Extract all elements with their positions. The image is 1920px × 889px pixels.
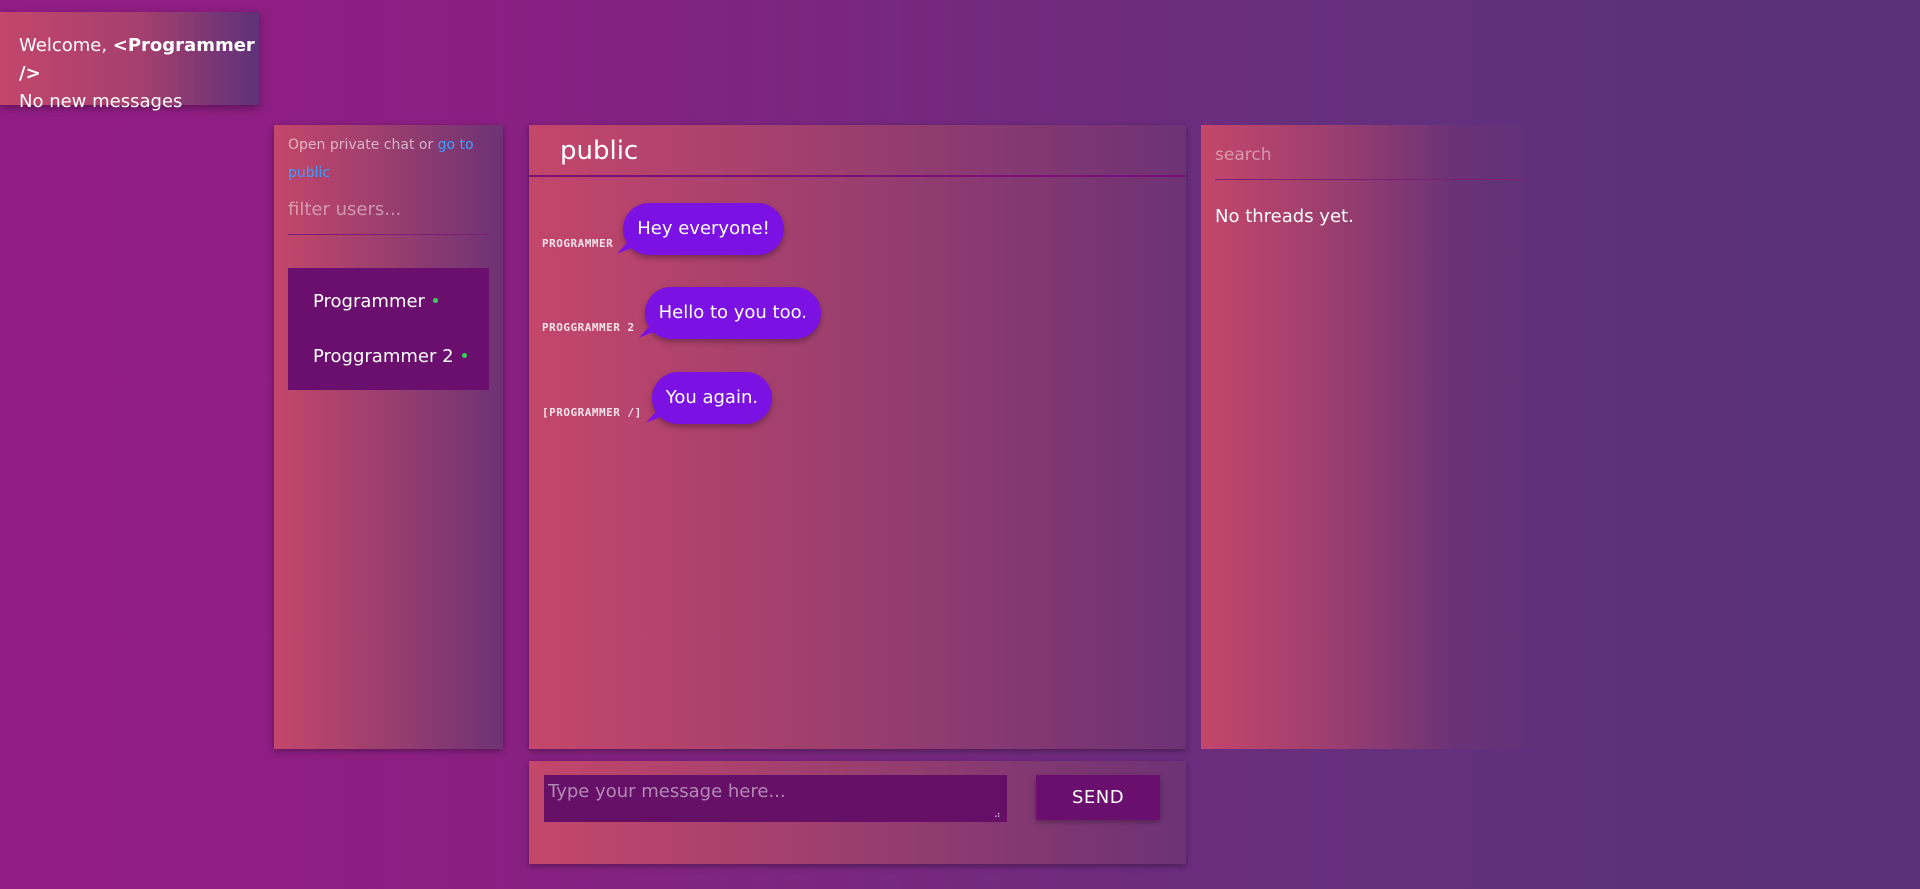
send-button[interactable]: SEND xyxy=(1036,775,1160,820)
user-list-item-programmer[interactable]: Programmer xyxy=(288,274,489,329)
online-status-icon xyxy=(461,352,467,358)
filter-users-input[interactable] xyxy=(288,195,489,235)
chat-message: [Programmer /] You again. xyxy=(542,372,773,424)
user-name: Proggrammer 2 xyxy=(313,346,454,367)
welcome-line: Welcome, <Programmer /> xyxy=(19,32,259,88)
users-panel: Open private chat or go to public Progra… xyxy=(274,125,503,749)
message-composer: ⣠ SEND xyxy=(529,761,1186,864)
search-threads-input[interactable] xyxy=(1215,145,1527,180)
welcome-prefix: Welcome, xyxy=(19,35,113,56)
hint-text: Open private chat or xyxy=(288,137,438,153)
channel-title: public xyxy=(529,125,1186,177)
message-input[interactable] xyxy=(544,775,1007,822)
users-hint: Open private chat or go to public xyxy=(288,131,489,187)
message-bubble: Hello to you too. xyxy=(644,287,822,339)
message-sender: [Programmer /] xyxy=(542,406,642,419)
user-name: Programmer xyxy=(313,291,425,312)
threads-panel: No threads yet. xyxy=(1201,125,1541,749)
online-status-icon xyxy=(432,297,438,303)
welcome-card: Welcome, <Programmer /> No new messages xyxy=(0,12,259,112)
chat-panel: public Programmer Hey everyone! Proggram… xyxy=(529,125,1186,749)
user-list-item-proggrammer-2[interactable]: Proggrammer 2 xyxy=(288,329,489,384)
user-list: Programmer Proggrammer 2 xyxy=(288,268,489,390)
resize-grip-icon[interactable]: ⣠ xyxy=(994,808,1004,818)
message-bubble: You again. xyxy=(651,372,773,424)
empty-threads-text: No threads yet. xyxy=(1215,206,1354,227)
chat-message: Proggrammer 2 Hello to you too. xyxy=(542,287,822,339)
message-sender: Proggrammer 2 xyxy=(542,321,635,334)
message-sender: Programmer xyxy=(542,237,614,250)
chat-message: Programmer Hey everyone! xyxy=(542,203,784,255)
message-bubble: Hey everyone! xyxy=(623,203,784,255)
message-status: No new messages xyxy=(19,91,183,112)
